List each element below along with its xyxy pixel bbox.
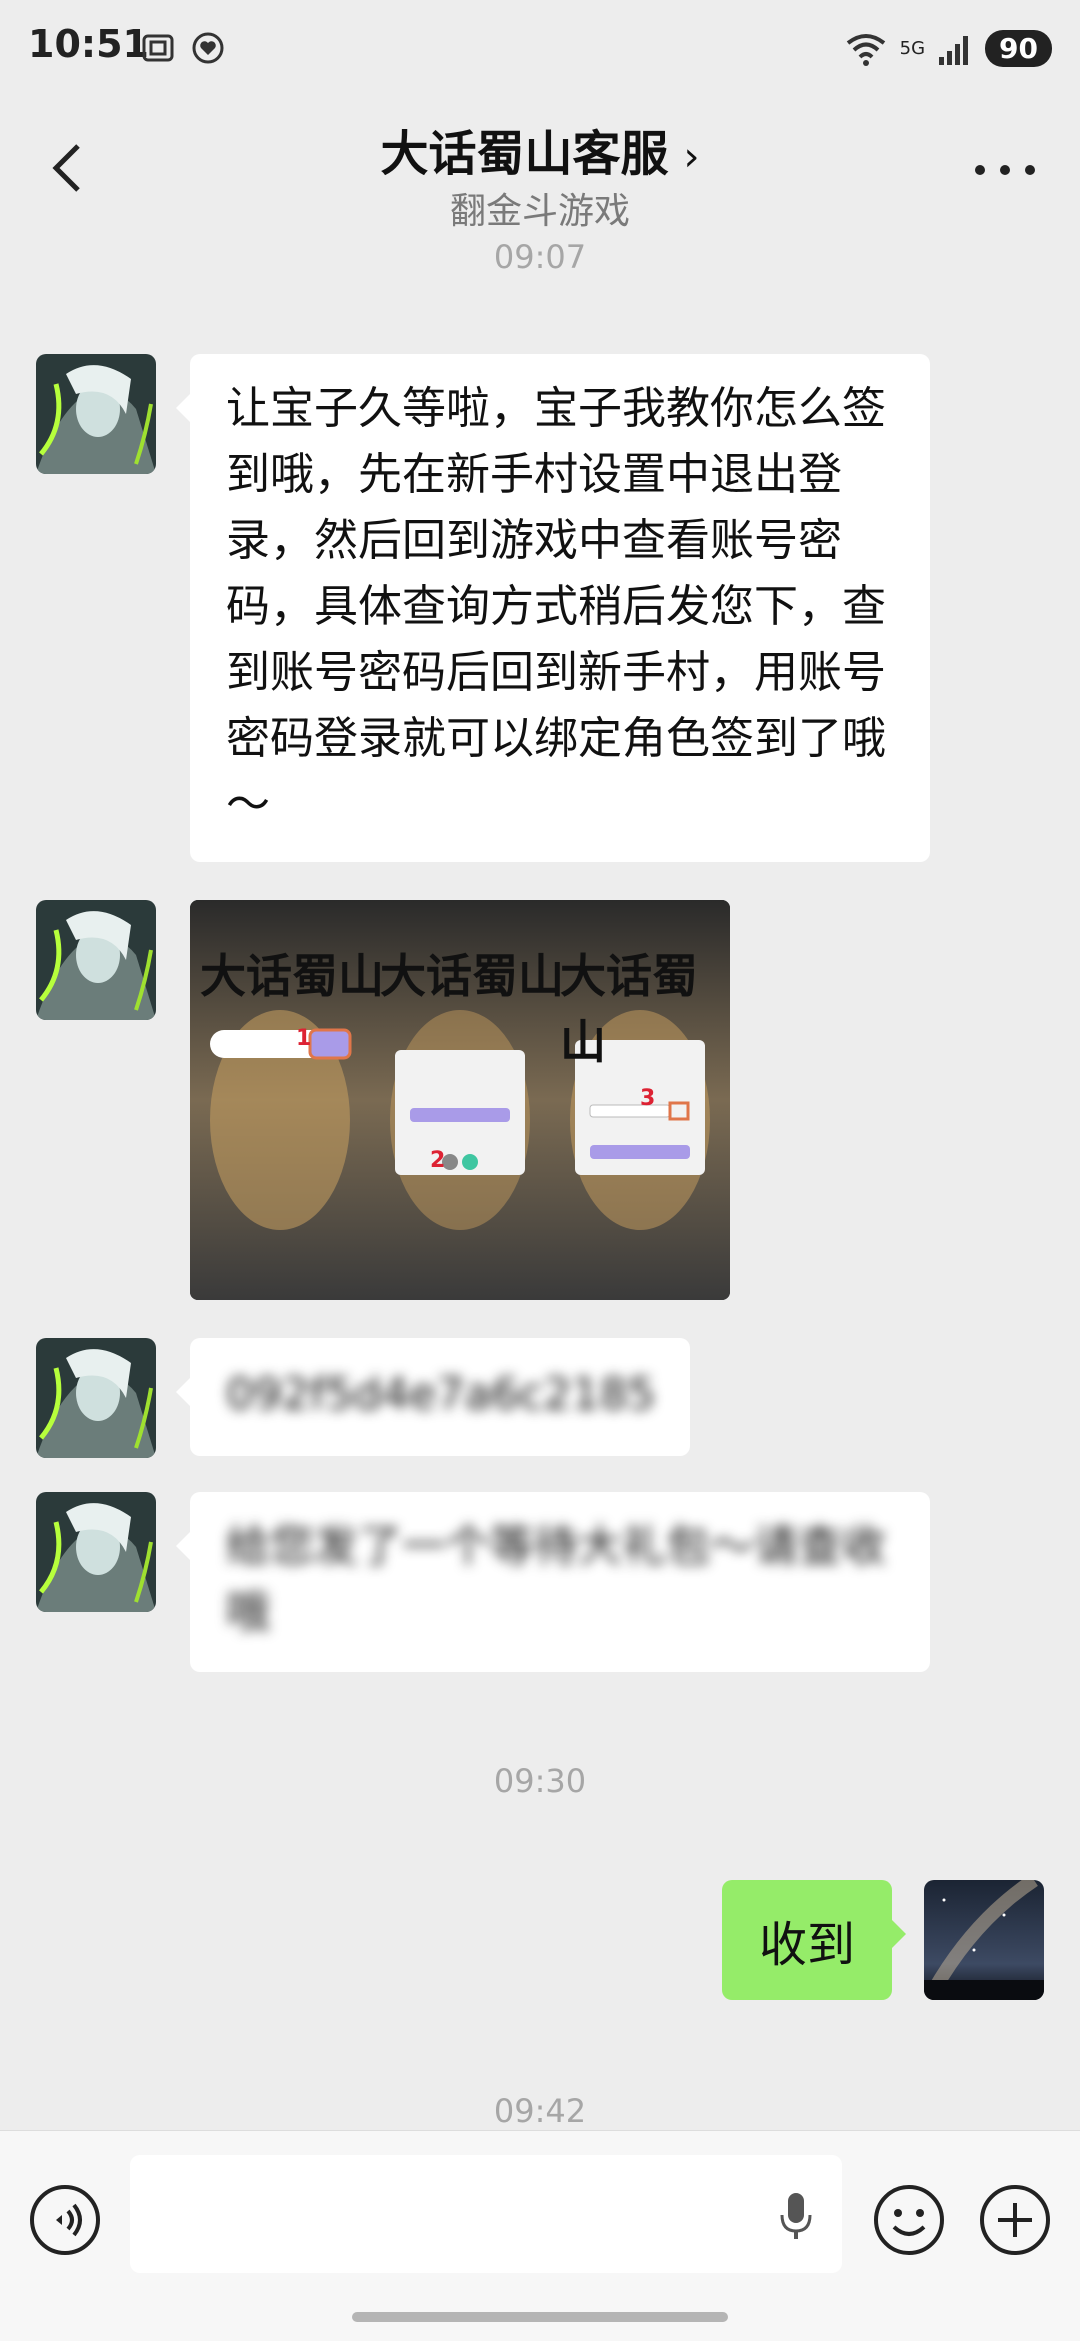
agent-avatar[interactable] (36, 354, 156, 474)
step-number: 2 (430, 1148, 446, 1173)
battery-level: 90 (985, 30, 1052, 67)
message-bubble[interactable]: 让宝子久等啦，宝子我教你怎么签到哦，先在新手村设置中退出登录，然后回到游戏中查看… (176, 354, 930, 862)
screenshot-icon (142, 34, 174, 62)
input-bar (0, 2130, 1080, 2341)
game-logo-text: 大话蜀山 (380, 949, 564, 1003)
message-text: 收到 (758, 1917, 855, 1973)
step-number: 1 (296, 1026, 312, 1051)
status-right: 5G 90 (844, 30, 1052, 67)
chevron-right-icon: › (683, 134, 700, 180)
step-number: 3 (640, 1086, 656, 1111)
signal-icon (939, 35, 969, 65)
wifi-icon (846, 33, 885, 66)
game-logo-text: 大话蜀山 (560, 949, 698, 1069)
agent-avatar[interactable] (36, 1492, 156, 1612)
emoji-icon[interactable] (872, 2183, 946, 2257)
agent-avatar[interactable] (36, 1338, 156, 1458)
message-bubble-self[interactable]: 收到 (722, 1880, 906, 2000)
timestamp: 09:42 (493, 2092, 587, 2130)
chat-title[interactable]: 大话蜀山客服 (380, 126, 668, 182)
status-left-icons (140, 30, 226, 66)
message-text: 092f5d4e7a6c2185 (226, 1369, 656, 1420)
voice-mode-icon[interactable] (28, 2183, 102, 2257)
chat-subtitle: 翻金斗游戏 (449, 191, 630, 232)
message-input[interactable] (130, 2155, 842, 2273)
status-bar: 10:51 5G 90 (0, 0, 1080, 100)
message-bubble[interactable]: 给您发了一个等待大礼包～请查收哦 (176, 1492, 930, 1672)
agent-avatar[interactable] (36, 900, 156, 1020)
game-logo-text: 大话蜀山 (200, 949, 384, 1003)
microphone-icon[interactable] (778, 2191, 814, 2241)
network-type: 5G (899, 38, 926, 59)
user-avatar[interactable] (924, 1880, 1044, 2000)
message-text: 给您发了一个等待大礼包～请查收哦 (226, 1521, 886, 1638)
chat-title-group[interactable]: 大话蜀山客服 › (0, 114, 1080, 184)
heart-badge-icon (192, 32, 224, 64)
timestamp: 09:07 (493, 238, 587, 276)
home-indicator[interactable] (352, 2312, 728, 2322)
more-options-icon[interactable] (970, 155, 1040, 185)
message-bubble[interactable]: 092f5d4e7a6c2185 (176, 1338, 690, 1456)
chat-header: 大话蜀山客服 › 翻金斗游戏 (0, 100, 1080, 240)
status-time: 10:51 (28, 22, 149, 66)
image-message[interactable]: 大话蜀山 大话蜀山 大话蜀山 1 2 3 (190, 900, 730, 1300)
timestamp: 09:30 (493, 1762, 587, 1800)
plus-icon[interactable] (978, 2183, 1052, 2257)
message-text: 让宝子久等啦，宝子我教你怎么签到哦，先在新手村设置中退出登录，然后回到游戏中查看… (226, 383, 886, 830)
